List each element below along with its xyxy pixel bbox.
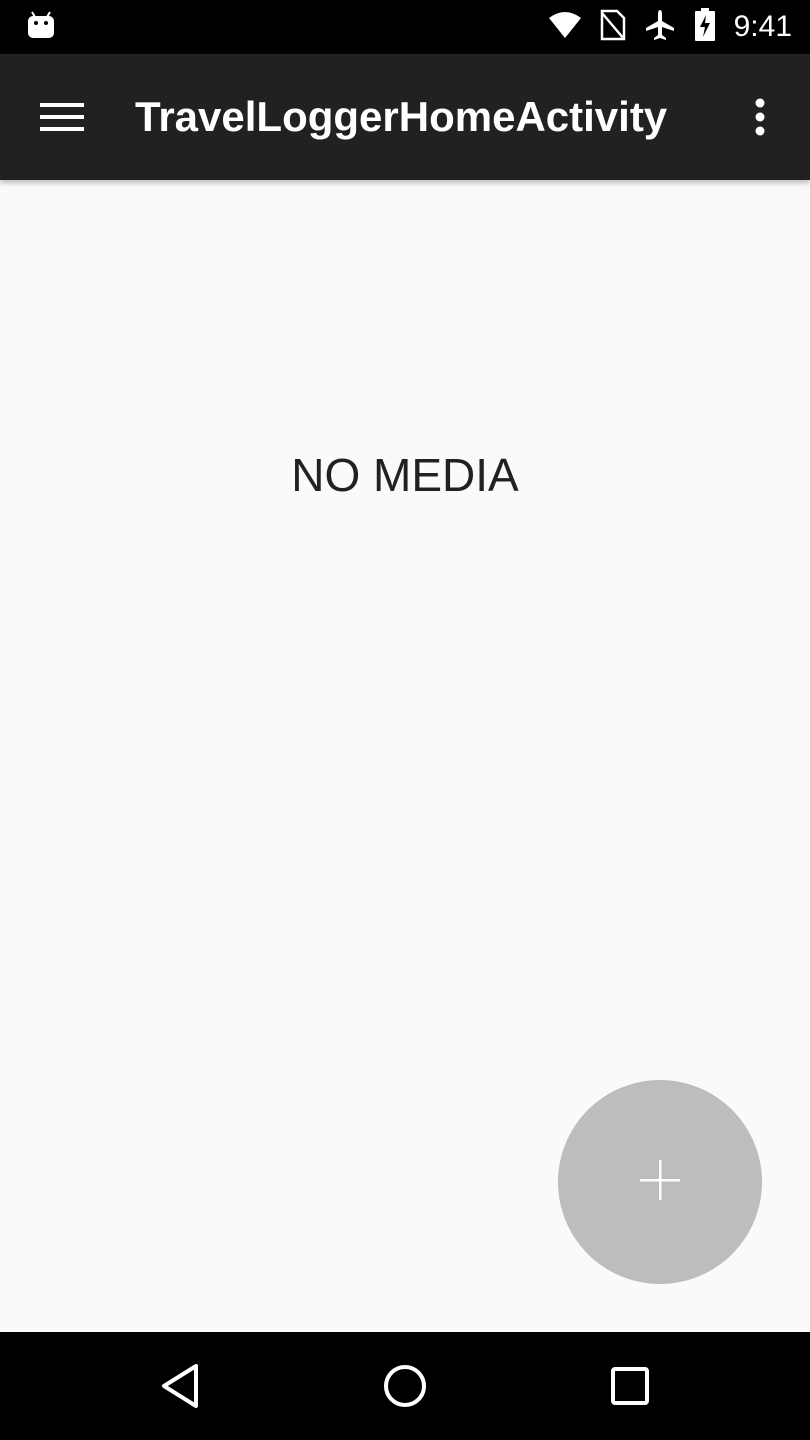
navigation-bar bbox=[0, 1332, 810, 1440]
more-vert-icon[interactable] bbox=[730, 81, 790, 153]
status-time: 9:41 bbox=[733, 10, 792, 43]
empty-state-message: NO MEDIA bbox=[291, 449, 519, 501]
page-title: TravelLoggerHomeActivity bbox=[135, 93, 668, 140]
android-debug-icon bbox=[26, 10, 56, 45]
home-icon[interactable] bbox=[375, 1356, 435, 1416]
airplane-mode-icon bbox=[644, 9, 676, 46]
recents-icon[interactable] bbox=[600, 1356, 660, 1416]
plus-icon bbox=[638, 1158, 682, 1207]
status-bar: 9:41 bbox=[0, 0, 810, 54]
main-content: NO MEDIA bbox=[0, 180, 810, 1332]
back-icon[interactable] bbox=[150, 1356, 210, 1416]
hamburger-menu-icon[interactable] bbox=[26, 81, 98, 153]
app-bar: TravelLoggerHomeActivity bbox=[0, 54, 810, 180]
no-sim-icon bbox=[600, 9, 626, 46]
wifi-icon bbox=[548, 11, 582, 44]
add-media-button[interactable] bbox=[558, 1080, 762, 1284]
battery-charging-icon bbox=[694, 7, 716, 47]
